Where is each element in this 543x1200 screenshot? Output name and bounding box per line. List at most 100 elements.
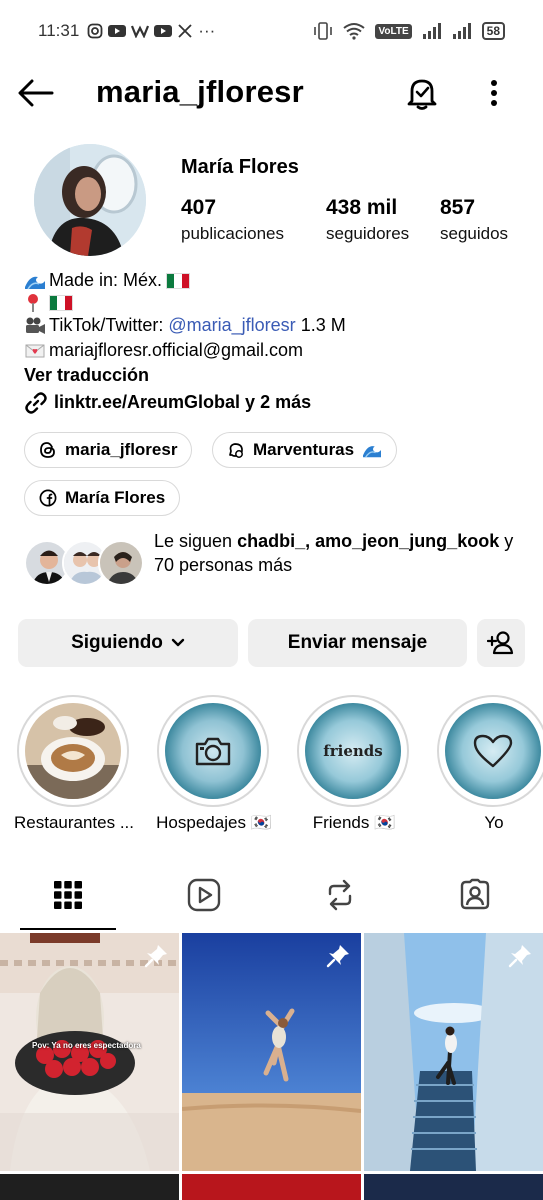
followers-label: seguidores (326, 224, 410, 243)
signal-icon (452, 23, 471, 39)
signal-icon (422, 23, 441, 39)
avatar (98, 540, 144, 586)
add-person-icon (487, 631, 514, 655)
bio: Made in: Méx. TikTok/Twitter: @maria_jfl… (24, 268, 524, 415)
mexico-flag-icon (166, 272, 191, 289)
vertical-dots-icon (491, 80, 497, 106)
tab-reels[interactable] (156, 862, 252, 928)
external-link-text: linktr.ee/AreumGlobal y 2 más (54, 392, 312, 412)
following-label: seguidos (440, 224, 509, 243)
camera-icon (195, 737, 231, 766)
bio-line: TikTok/Twitter: @maria_jfloresr 1.3 M (24, 313, 524, 338)
post-thumbnail[interactable] (364, 1174, 543, 1200)
facebook-icon (39, 489, 57, 507)
post-thumbnail[interactable] (182, 1174, 361, 1200)
following-button[interactable]: Siguiendo (18, 619, 238, 667)
reels-icon (187, 878, 221, 912)
mutual-user-1: chadbi_ (237, 531, 306, 551)
external-link[interactable]: linktr.ee/AreumGlobal y 2 más (24, 390, 524, 415)
page-title: maria_jfloresr (96, 74, 304, 109)
threads-chip-label: maria_jfloresr (65, 440, 178, 459)
followers-stat[interactable]: 438 mil seguidores (326, 196, 409, 244)
grid-icon (54, 881, 82, 909)
pin-icon (144, 945, 167, 968)
pin-icon (326, 945, 349, 968)
message-button[interactable]: Enviar mensaje (248, 619, 467, 667)
story-highlight[interactable]: Yo (437, 695, 543, 833)
profile-header: maria_jfloresr (0, 62, 543, 124)
more-options-button[interactable] (478, 74, 510, 112)
speech-bubble-icon (229, 443, 243, 458)
video-camera-icon (26, 317, 45, 334)
volte-badge: VoLTE (375, 23, 412, 39)
avatar[interactable] (34, 144, 146, 256)
active-tab-indicator (20, 928, 116, 930)
message-button-label: Enviar mensaje (287, 632, 428, 653)
youtube-icon (154, 25, 173, 37)
chevron-down-icon (171, 638, 185, 647)
post-thumbnail[interactable]: Pov: Ya no eres espectadora (0, 933, 179, 1171)
post-thumbnail[interactable] (364, 933, 543, 1171)
love-letter-icon (25, 344, 45, 357)
more-notifications: ··· (198, 21, 216, 40)
avatar-photo (34, 144, 146, 256)
youtube-icon (108, 25, 127, 37)
tagged-icon (460, 878, 490, 910)
channel-chip-label: Marventuras (253, 440, 355, 459)
following-stat[interactable]: 857 seguidos (440, 196, 508, 244)
tab-tagged[interactable] (427, 862, 523, 928)
bio-social-prefix: TikTok/Twitter: (49, 315, 164, 335)
wifi-icon (343, 23, 366, 40)
status-bar: 11:31 ··· VoLTE 58 (0, 0, 543, 62)
back-button[interactable] (18, 76, 54, 110)
threads-chip[interactable]: maria_jfloresr (24, 432, 193, 468)
following-button-label: Siguiendo (71, 632, 163, 653)
channel-chip[interactable]: Marventuras (212, 432, 398, 468)
w-icon (131, 25, 150, 38)
bio-line: Made in: Méx. (24, 268, 524, 293)
facebook-chip[interactable]: María Flores (24, 480, 181, 516)
reposts-icon (328, 879, 352, 911)
story-highlight[interactable]: Hospedajes 🇰🇷 (156, 695, 272, 833)
following-count: 857 (440, 196, 476, 219)
posts-stat[interactable]: 407 publicaciones (181, 196, 284, 244)
coffee-photo-icon (25, 703, 121, 799)
followers-count: 438 mil (326, 196, 398, 219)
bio-mention-link[interactable]: @maria_jfloresr (168, 313, 295, 338)
friends-text-icon: friends (323, 742, 383, 760)
highlight-label: Hospedajes 🇰🇷 (156, 813, 272, 832)
bio-social-suffix: 1.3 M (300, 315, 346, 335)
story-highlight[interactable]: friends Friends 🇰🇷 (297, 695, 411, 833)
translate-link[interactable]: Ver traducción (24, 363, 524, 388)
suggest-people-button[interactable] (477, 619, 525, 667)
wave-emoji-icon (363, 446, 382, 458)
notifications-button[interactable] (403, 74, 441, 112)
link-icon (25, 391, 47, 414)
highlight-label: Friends 🇰🇷 (312, 813, 396, 832)
story-highlight[interactable]: Restaurantes ... (14, 695, 134, 833)
bio-line (24, 293, 524, 313)
highlight-label: Yo (484, 813, 504, 832)
tab-reposts[interactable] (292, 862, 388, 928)
posts-count: 407 (181, 196, 217, 219)
post-thumbnail[interactable] (182, 933, 361, 1171)
pin-icon (508, 945, 531, 968)
posts-label: publicaciones (181, 224, 285, 243)
x-icon (178, 24, 192, 38)
bio-line: mariajfloresr.official@gmail.com (24, 338, 524, 363)
mutual-followers-text[interactable]: Le siguen chadbi_, amo_jeon_jung_kook y … (154, 529, 524, 577)
clock: 11:31 (38, 21, 80, 40)
threads-icon (40, 442, 55, 458)
display-name: María Flores (181, 156, 299, 178)
instagram-icon (87, 23, 103, 39)
tab-posts[interactable] (20, 862, 116, 928)
facebook-chip-label: María Flores (65, 488, 166, 507)
heart-icon (473, 734, 513, 768)
vibrate-icon (314, 22, 333, 40)
highlight-label: Restaurantes ... (13, 813, 134, 832)
bio-email[interactable]: mariajfloresr.official@gmail.com (49, 338, 303, 363)
mutual-user-2: amo_jeon_jung_kook (315, 531, 500, 551)
post-thumbnail[interactable] (0, 1174, 179, 1200)
mutual-followers-avatars[interactable] (24, 540, 144, 586)
mexico-flag-icon (49, 295, 73, 311)
